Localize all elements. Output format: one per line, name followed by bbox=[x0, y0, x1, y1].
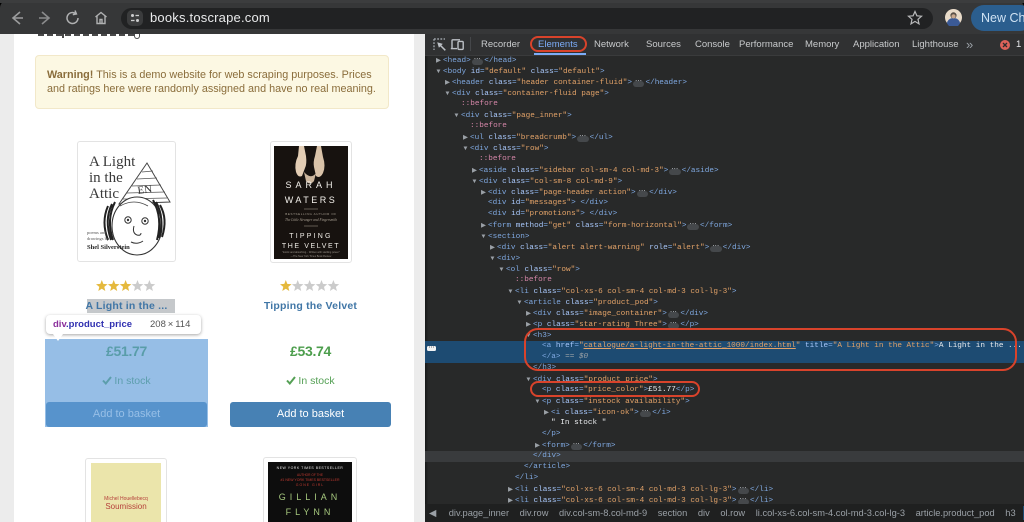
svg-text:drawings by: drawings by bbox=[87, 236, 110, 241]
svg-text:Attic: Attic bbox=[89, 186, 119, 202]
svg-text:in the: in the bbox=[89, 170, 123, 186]
svg-text:—The New York Times Book Revie: —The New York Times Book Review bbox=[291, 255, 332, 258]
svg-text:The Little Stranger and Finger: The Little Stranger and Fingersmith bbox=[285, 218, 337, 222]
svg-text:EN: EN bbox=[137, 183, 153, 197]
svg-text:SARAH: SARAH bbox=[285, 180, 336, 190]
svg-text:"Erotic and absorbing... Writt: "Erotic and absorbing... Written with st… bbox=[282, 251, 340, 254]
svg-text:TIPPING: TIPPING bbox=[289, 233, 332, 240]
svg-text:BESTSELLING AUTHOR OF: BESTSELLING AUTHOR OF bbox=[285, 212, 336, 216]
svg-text:A Light: A Light bbox=[89, 154, 136, 170]
svg-text:THE VELVET: THE VELVET bbox=[282, 243, 340, 250]
svg-text:Shel Silverstein: Shel Silverstein bbox=[87, 244, 130, 251]
svg-text:poems and: poems and bbox=[87, 230, 107, 235]
svg-text:WATERS: WATERS bbox=[285, 195, 338, 205]
